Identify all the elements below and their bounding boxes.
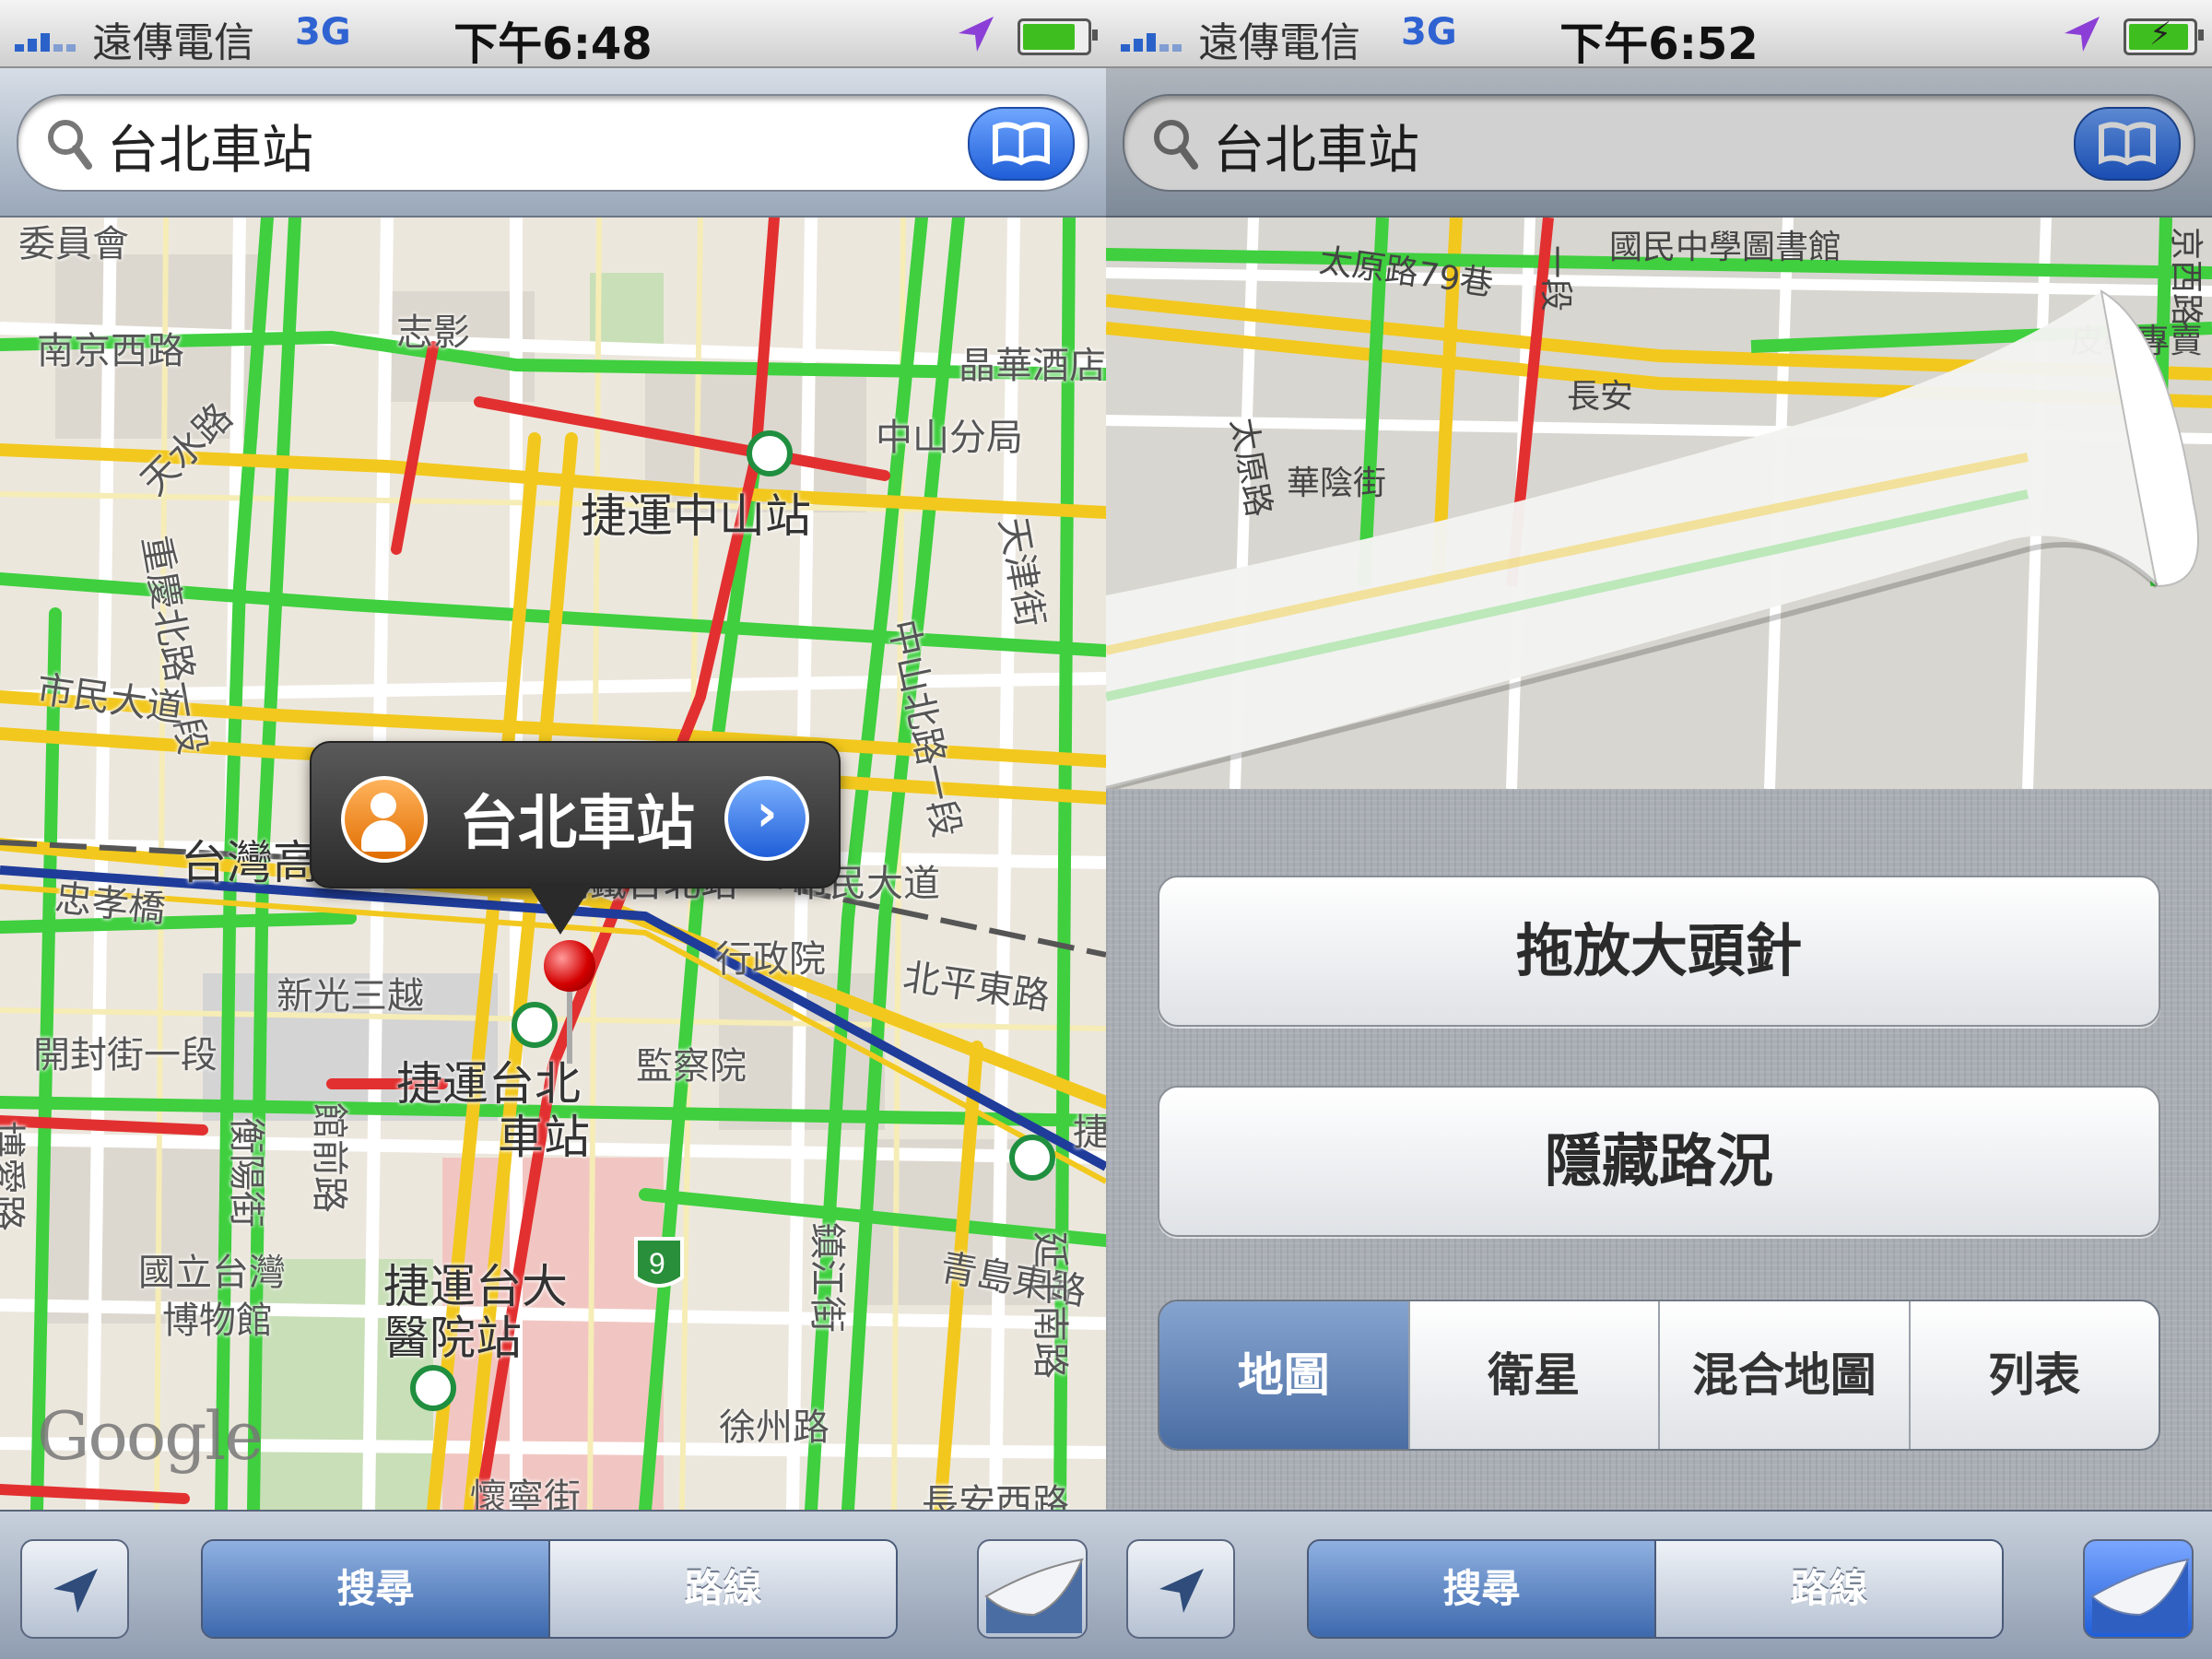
locate-me-icon (53, 1569, 98, 1613)
curled-map[interactable]: 太原路79巷 國民中學圖書館 皮鞋專賣 太原路 華陰街 長安 一段 京西路 (1106, 218, 2212, 789)
map-label: 開封街一段 (33, 1034, 218, 1077)
map-type-satellite[interactable]: 衛星 (1407, 1301, 1658, 1449)
map-label: 館前路 (308, 1102, 350, 1213)
map-label: 志影 (396, 312, 470, 354)
map-label: 長安西路 (922, 1482, 1069, 1510)
bookmarks-icon (993, 122, 1050, 166)
search-query: 台北車站 (107, 121, 313, 181)
search-directions-segmented-control[interactable]: 搜尋 路線 (201, 1539, 898, 1639)
search-tab[interactable]: 搜尋 (1309, 1541, 1654, 1637)
map-label: 捷運善 (1073, 1112, 1106, 1154)
map-type-hybrid[interactable]: 混合地圖 (1658, 1301, 1909, 1449)
map-label: 忠孝橋 (53, 877, 168, 932)
map-label: 捷運中山站 (581, 489, 811, 543)
search-directions-segmented-control[interactable]: 搜尋 路線 (1307, 1539, 2004, 1639)
map-label: 博物館 (162, 1300, 273, 1342)
map-label: 南京西路 (37, 330, 184, 372)
bookmarks-button[interactable] (968, 107, 1075, 181)
map-label: 鎮江街 (806, 1222, 848, 1333)
map-label: 懷寧街 (470, 1477, 581, 1510)
page-curl-button[interactable] (2083, 1539, 2194, 1639)
hide-traffic-button[interactable]: 隱藏路況 (1158, 1086, 2160, 1237)
search-input[interactable]: 台北車站 (1123, 94, 2195, 192)
left-screen: 遠傳電信 3G 下午6:48 台北車站 9 委員會 南京西路 志影 晶華酒店 中… (0, 0, 1106, 1659)
map-label: 晶華酒店 (959, 345, 1106, 387)
google-logo: Google (37, 1397, 264, 1475)
map-label: 博愛路 (0, 1121, 28, 1231)
page-curl-button[interactable] (977, 1539, 1088, 1639)
search-icon (1154, 120, 1198, 170)
search-input[interactable]: 台北車站 (17, 94, 1089, 192)
svg-text:9: 9 (649, 1247, 665, 1280)
map-label: 醫院站 (383, 1312, 522, 1365)
page-curl-icon (984, 1558, 1084, 1633)
map-label: 委員會 (18, 223, 129, 265)
right-screen: 遠傳電信 3G 下午6:52 ⚡ 台北車站 太原路79巷 國民中學圖書館 太原路… (1106, 0, 2212, 1659)
callout-title: 台北車站 (459, 790, 695, 858)
status-bar: 遠傳電信 3G 下午6:52 ⚡ (1106, 0, 2212, 70)
search-icon (48, 120, 92, 170)
bookmarks-button[interactable] (2074, 107, 2181, 181)
map-label: 國立台灣 (138, 1252, 286, 1294)
battery-icon (1018, 18, 1098, 55)
highway-shield-icon: 9 (634, 1237, 684, 1288)
map-label: 行政院 (715, 938, 826, 981)
status-time: 下午6:48 (453, 18, 653, 70)
directions-tab[interactable]: 路線 (1654, 1541, 2002, 1637)
bookmarks-icon (2099, 122, 2156, 166)
search-bar: 台北車站 (1106, 68, 2212, 218)
map-label: 車站 (498, 1111, 590, 1164)
map-label: 延平南路 (1029, 1231, 1071, 1379)
search-tab[interactable]: 搜尋 (203, 1541, 548, 1637)
map-label: 一段 (1536, 245, 1574, 312)
bottom-toolbar: 搜尋 路線 (0, 1510, 1106, 1659)
search-query: 台北車站 (1213, 121, 1419, 181)
search-bar: 台北車站 (0, 68, 1106, 218)
map-pin-icon[interactable] (544, 940, 595, 992)
locate-me-button[interactable] (1126, 1539, 1235, 1639)
map-label: 長安 (1567, 378, 1633, 416)
location-arrow-icon (959, 17, 994, 52)
directions-tab[interactable]: 路線 (548, 1541, 896, 1637)
map-label: 監察院 (636, 1045, 747, 1088)
map-label: 國民中學圖書館 (1609, 229, 1841, 266)
page-curl-icon (2090, 1558, 2190, 1633)
map-label: 徐州路 (719, 1406, 830, 1449)
bottom-toolbar: 搜尋 路線 (1106, 1510, 2212, 1659)
map-label: 衡陽街 (225, 1117, 267, 1228)
map-options-page: 太原路79巷 國民中學圖書館 皮鞋專賣 太原路 華陰街 長安 一段 京西路 拖放… (1106, 218, 2212, 1510)
callout-tail (527, 883, 594, 935)
person-icon (341, 776, 428, 863)
map-view[interactable]: 9 委員會 南京西路 志影 晶華酒店 中山分局 天水路 重慶北路一段 捷運中山站… (0, 218, 1106, 1510)
drop-pin-button[interactable]: 拖放大頭針 (1158, 876, 2160, 1027)
locate-me-button[interactable] (20, 1539, 129, 1639)
map-label: 京西路 (2167, 227, 2205, 326)
map-type-map[interactable]: 地圖 (1159, 1301, 1408, 1449)
disclosure-button[interactable]: › (724, 776, 809, 861)
map-pin-needle (567, 990, 572, 1064)
map-label: 中山分局 (876, 417, 1023, 459)
curled-map-graphic: 太原路79巷 國民中學圖書館 皮鞋專賣 太原路 華陰街 長安 一段 京西路 (1106, 218, 2212, 789)
locate-me-icon (1159, 1569, 1204, 1613)
disclosure-arrow-icon: › (756, 783, 778, 843)
location-arrow-icon (2065, 17, 2100, 52)
status-time: 下午6:52 (1559, 18, 1759, 70)
map-type-list[interactable]: 列表 (1908, 1301, 2159, 1449)
map-label: 華陰街 (1287, 465, 1386, 502)
map-label: 新光三越 (276, 975, 424, 1018)
battery-charging-icon: ⚡ (2124, 16, 2204, 55)
location-callout[interactable]: 台北車站 › (310, 741, 841, 888)
status-bar: 遠傳電信 3G 下午6:48 (0, 0, 1106, 70)
map-type-segmented-control[interactable]: 地圖 衛星 混合地圖 列表 (1158, 1300, 2160, 1451)
